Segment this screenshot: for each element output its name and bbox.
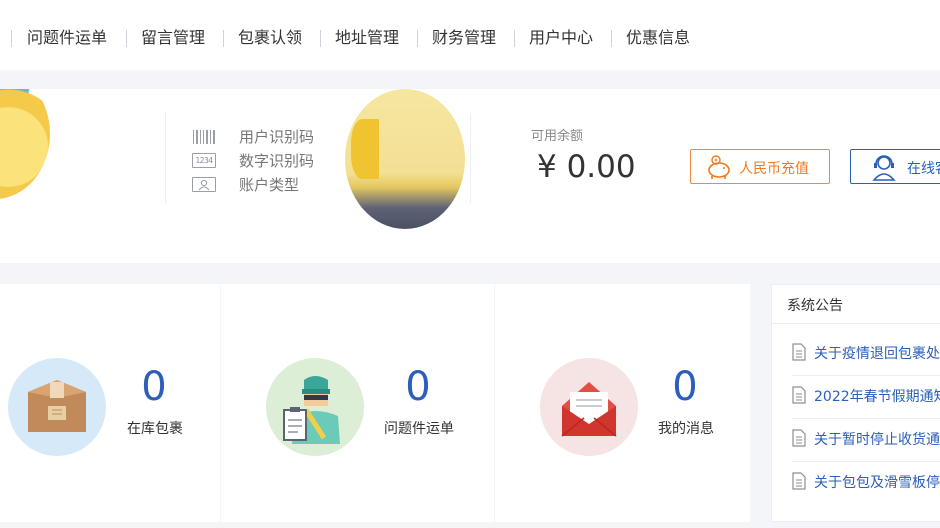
nav-item-address[interactable]: 地址管理 <box>335 27 399 49</box>
nav-item-problem-waybill[interactable]: 问题件运单 <box>27 27 107 49</box>
stat-label: 我的消息 <box>658 421 714 437</box>
divider <box>165 113 166 203</box>
headset-icon <box>871 153 897 185</box>
stat-value: 0 <box>141 364 167 410</box>
stat-card-messages[interactable]: 0 我的消息 <box>495 284 750 522</box>
nav-separator <box>320 30 321 47</box>
mail-icon <box>540 358 638 456</box>
nav-separator <box>223 30 224 47</box>
barcode-icon <box>192 129 216 144</box>
balance-value: ¥ 0.00 <box>537 149 636 185</box>
user-id-label: 用户识别码 <box>239 128 315 146</box>
notice-item-title[interactable]: 关于包包及滑雪板停 <box>814 472 940 492</box>
account-type-label: 账户类型 <box>239 176 300 194</box>
notice-item[interactable]: 关于疫情退回包裹处 <box>792 333 940 376</box>
system-notice-panel: 系统公告 关于疫情退回包裹处 2022年春节假期通知 关于暂时停止收货通 关于包… <box>771 284 940 522</box>
notice-item-title[interactable]: 2022年春节假期通知 <box>814 386 940 406</box>
nav-item-finance[interactable]: 财务管理 <box>432 27 496 49</box>
stat-label: 问题件运单 <box>384 421 454 437</box>
stat-label: 在库包裹 <box>127 421 183 437</box>
document-icon <box>792 472 806 494</box>
notice-item-title[interactable]: 关于疫情退回包裹处 <box>814 343 940 363</box>
document-icon <box>792 386 806 408</box>
courier-icon <box>266 358 364 456</box>
notice-item-title[interactable]: 关于暂时停止收货通 <box>814 429 940 449</box>
divider <box>470 113 471 203</box>
divider <box>772 323 940 324</box>
avatar <box>0 89 50 199</box>
stat-value: 0 <box>672 364 698 410</box>
nav-separator <box>611 30 612 47</box>
number-id-icon: 1234 <box>192 153 216 168</box>
nav-separator <box>417 30 418 47</box>
stat-card-problem-waybill[interactable]: 0 问题件运单 <box>221 284 494 522</box>
nav-separator <box>126 30 127 47</box>
stat-card-in-stock[interactable]: 0 在库包裹 <box>0 284 220 522</box>
balance-label: 可用余额 <box>531 129 584 144</box>
top-nav: 问题件运单 留言管理 包裹认领 地址管理 财务管理 用户中心 优惠信息 <box>0 0 940 70</box>
nav-item-user-center[interactable]: 用户中心 <box>529 27 593 49</box>
nav-item-messages[interactable]: 留言管理 <box>141 27 205 49</box>
recharge-label: 人民币充值 <box>739 161 809 177</box>
account-type-icon <box>192 177 216 192</box>
box-icon <box>8 358 106 456</box>
piggy-bank-icon <box>704 154 734 184</box>
notice-item[interactable]: 关于包包及滑雪板停 <box>792 462 940 505</box>
notice-title: 系统公告 <box>787 298 843 314</box>
nav-separator <box>11 30 12 47</box>
user-info-panel: 用户识别码 1234 数字识别码 账户类型 可用余额 ¥ 0.00 人民币充值 <box>0 89 940 263</box>
online-service-button[interactable]: 在线客服 <box>850 149 940 184</box>
notice-item[interactable]: 2022年春节假期通知 <box>792 376 940 419</box>
document-icon <box>792 343 806 365</box>
nav-item-promotions[interactable]: 优惠信息 <box>626 27 690 49</box>
nav-separator <box>514 30 515 47</box>
recharge-button[interactable]: 人民币充值 <box>690 149 830 184</box>
online-service-label: 在线客服 <box>907 161 940 177</box>
notice-item[interactable]: 关于暂时停止收货通 <box>792 419 940 462</box>
avatar <box>345 89 465 229</box>
nav-item-package-claim[interactable]: 包裹认领 <box>238 27 302 49</box>
document-icon <box>792 429 806 451</box>
stat-value: 0 <box>405 364 431 410</box>
number-id-label: 数字识别码 <box>239 152 315 170</box>
